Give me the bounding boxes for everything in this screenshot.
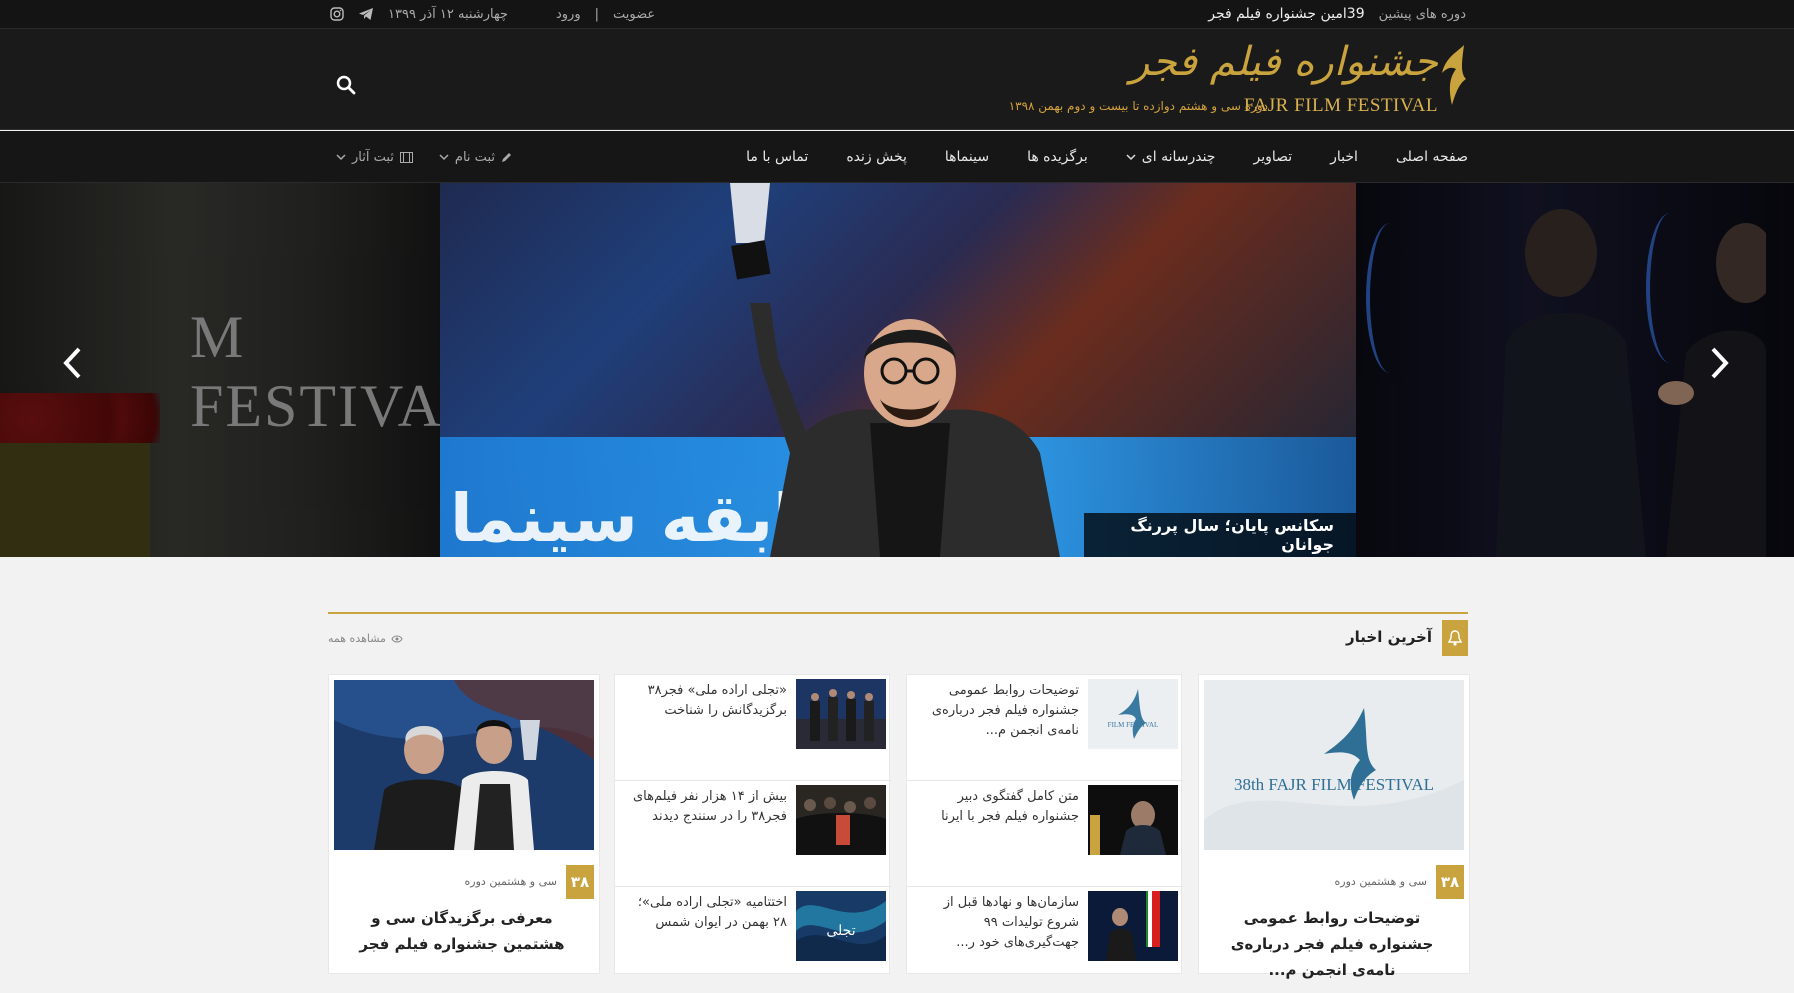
list-item[interactable]: سازمان‌ها و نهادها قبل از شروع تولیدات ۹… — [907, 887, 1183, 993]
award-winner-photo — [750, 303, 1060, 557]
instagram-icon[interactable] — [330, 7, 344, 21]
list-item-title: متن کامل گفتگوی دبیر جشنواره فیلم فجر با… — [941, 789, 1079, 824]
news-card-image — [334, 680, 594, 850]
list-item-title: توضیحات روابط عمومی جشنواره فیلم فجر درب… — [931, 683, 1079, 738]
list-item-title: اختتامیه «تجلی اراده ملی»؛ ۲۸ بهمن در ای… — [637, 895, 787, 930]
period-badge: ۳۸ — [566, 865, 594, 899]
list-item-title: «تجلی اراده ملی» فجر۳۸ برگزیدگانش را شنا… — [647, 683, 787, 718]
news-list-column: FILM FESTIVAL توضیحات روابط عمومی جشنوار… — [906, 674, 1183, 974]
news-thumbnail: FILM FESTIVAL — [1088, 679, 1178, 749]
nav-item-news[interactable]: اخبار — [1330, 149, 1358, 165]
flowers-image — [0, 393, 160, 443]
logo-subtitle: دوره سی و هشتم دوازده تا بیست و دوم بهمن… — [1008, 99, 1268, 113]
list-item[interactable]: بیش از ۱۴ هزار نفر فیلم‌های فجر۳۸ را در … — [615, 781, 891, 887]
news-list-column: «تجلی اراده ملی» فجر۳۸ برگزیدگانش را شنا… — [614, 674, 891, 974]
news-card-featured[interactable]: 38th FAJR FILM FESTIVAL ۳۸ سی و هشتمین د… — [1198, 674, 1470, 979]
section-divider — [328, 612, 1468, 614]
svg-text:تجلی: تجلی — [826, 923, 855, 939]
slide-current[interactable]: مسابقه سینما سکانس پایان؛ سال پررنگ جوان… — [440, 183, 1356, 557]
news-thumbnail — [1088, 785, 1178, 855]
list-item[interactable]: FILM FESTIVAL توضیحات روابط عمومی جشنوار… — [907, 675, 1183, 781]
nav-item-multimedia-label: چندرسانه ای — [1141, 149, 1216, 165]
telegram-icon[interactable] — [358, 7, 374, 21]
news-card-featured[interactable]: ۳۸ سی و هشتمین دوره معرفی برگزیدگان سی و… — [328, 674, 600, 974]
register-works-dropdown[interactable]: ثبت آثار — [336, 150, 413, 165]
chevron-down-icon — [1126, 154, 1136, 161]
main-nav: صفحه اصلی اخبار تصاویر چندرسانه ای برگزی… — [0, 131, 1794, 183]
trophy-image — [730, 183, 771, 280]
nav-item-winners[interactable]: برگزیده ها — [1027, 149, 1088, 165]
previous-periods-link[interactable]: دوره های پیشین — [1379, 7, 1466, 22]
register-works-label: ثبت آثار — [352, 149, 394, 165]
film-icon — [399, 151, 413, 163]
slider-prev-arrow[interactable] — [52, 333, 92, 393]
slide-caption[interactable]: سکانس پایان؛ سال پررنگ جوانان — [1084, 513, 1356, 557]
nav-item-live[interactable]: پخش زنده — [846, 149, 907, 165]
eye-icon — [391, 635, 403, 642]
chevron-right-icon — [1711, 347, 1729, 379]
simorgh-emblem-icon — [1442, 45, 1466, 105]
chevron-down-icon — [439, 154, 449, 161]
news-thumbnail: تجلی — [796, 891, 886, 961]
register-link[interactable]: عضویت — [613, 7, 655, 22]
list-item[interactable]: متن کامل گفتگوی دبیر جشنواره فیلم فجر با… — [907, 781, 1183, 887]
period-label: سی و هشتمین دوره — [1334, 875, 1427, 888]
chevron-down-icon — [336, 154, 346, 161]
news-card-title[interactable]: توضیحات روابط عمومی جشنواره فیلم فجر درب… — [1209, 905, 1455, 983]
list-item[interactable]: تجلی اختتامیه «تجلی اراده ملی»؛ ۲۸ بهمن … — [615, 887, 891, 993]
period-label: سی و هشتمین دوره — [464, 875, 557, 888]
list-item[interactable]: «تجلی اراده ملی» فجر۳۸ برگزیدگانش را شنا… — [615, 675, 891, 781]
section-title: آخرین اخبار — [1346, 628, 1432, 646]
hero-slider: M FESTIVA مسابقه سینما سکانس پایان؛ سال … — [0, 183, 1794, 557]
list-item-title: سازمان‌ها و نهادها قبل از شروع تولیدات ۹… — [943, 895, 1079, 950]
logo-title-en: FAJR FILM FESTIVAL — [1243, 95, 1438, 116]
see-all-link[interactable]: مشاهده همه — [328, 632, 403, 645]
register-name-dropdown[interactable]: ثبت نام — [439, 150, 512, 165]
podium-image — [0, 443, 150, 557]
news-thumbnail — [796, 679, 886, 749]
list-item-title: بیش از ۱۴ هزار نفر فیلم‌های فجر۳۸ را در … — [632, 789, 787, 824]
login-link[interactable]: ورود — [556, 7, 581, 22]
nav-item-multimedia[interactable]: چندرسانه ای — [1126, 149, 1216, 165]
period-badge: ۳۸ — [1436, 865, 1464, 899]
nav-item-contact[interactable]: تماس با ما — [746, 149, 808, 165]
news-card-image-text: 38th FAJR FILM FESTIVAL — [1234, 775, 1434, 794]
search-icon[interactable] — [334, 73, 358, 97]
separator: | — [594, 6, 599, 22]
section-badge — [1442, 620, 1468, 656]
news-card-title[interactable]: معرفی برگزیدگان سی و هشتمین جشنواره فیلم… — [339, 905, 585, 957]
festival-edition-link[interactable]: 39امین جشنواره فیلم فجر — [1208, 6, 1364, 22]
nav-item-cinemas[interactable]: سینماها — [945, 149, 989, 165]
festival-bird-pattern — [1366, 223, 1414, 373]
pencil-icon — [502, 152, 511, 162]
news-card-image: 38th FAJR FILM FESTIVAL — [1204, 680, 1464, 850]
slide-background-text: M FESTIVA — [190, 304, 443, 439]
site-header: جشنواره فیلم فجر FAJR FILM FESTIVAL دوره… — [0, 28, 1794, 130]
nav-item-home[interactable]: صفحه اصلی — [1396, 149, 1468, 165]
logo-title-fa: جشنواره فیلم فجر — [1129, 39, 1438, 85]
top-bar: دوره های پیشین 39امین جشنواره فیلم فجر چ… — [0, 0, 1794, 28]
see-all-label: مشاهده همه — [328, 632, 386, 645]
nav-item-photos[interactable]: تصاویر — [1253, 149, 1292, 165]
slider-next-arrow[interactable] — [1700, 333, 1740, 393]
svg-text:FILM FESTIVAL: FILM FESTIVAL — [1108, 721, 1159, 729]
bell-icon — [1448, 630, 1462, 646]
register-name-label: ثبت نام — [454, 149, 495, 165]
current-date: چهارشنبه ۱۲ آذر ۱۳۹۹ — [388, 6, 508, 22]
chevron-left-icon — [63, 347, 81, 379]
news-thumbnail — [1088, 891, 1178, 961]
festival-logo[interactable]: جشنواره فیلم فجر FAJR FILM FESTIVAL دوره… — [1009, 39, 1468, 123]
news-thumbnail — [796, 785, 886, 855]
